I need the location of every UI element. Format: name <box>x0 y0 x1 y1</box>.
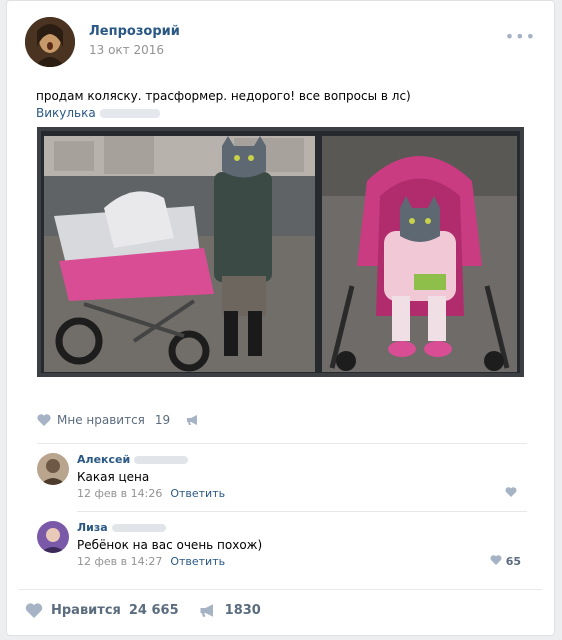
comment-text: Ребёнок на вас очень похож) <box>77 538 263 552</box>
comment-time[interactable]: 12 фев в 14:27 <box>77 555 162 568</box>
signature-name: Викулька <box>36 106 96 120</box>
commenter-avatar[interactable] <box>37 453 69 485</box>
blurred-surname <box>134 456 189 464</box>
heart-icon <box>505 487 517 500</box>
divider <box>19 589 542 590</box>
avatar-image <box>25 17 75 67</box>
photo-stroller-street <box>44 136 315 372</box>
footer-like-count: 24 665 <box>128 603 179 618</box>
photo-stroller-child <box>322 136 517 372</box>
reply-button[interactable]: Ответить <box>170 487 225 500</box>
blurred-surname <box>111 524 166 532</box>
post-author[interactable]: Лепрозорий <box>89 24 180 39</box>
like-label: Мне нравится <box>57 413 145 427</box>
post-card: Лепрозорий 13 окт 2016 ••• продам коляск… <box>6 0 555 636</box>
divider <box>77 511 527 512</box>
commenter-name-text: Алексей <box>77 453 131 466</box>
comment-item: Лиза Ребёнок на вас очень похож) 12 фев … <box>37 521 527 571</box>
footer-like-label[interactable]: Нравится <box>51 603 121 618</box>
post-date[interactable]: 13 окт 2016 <box>89 43 164 57</box>
comment-item: Алексей Какая цена 12 фев в 14:26 Ответит… <box>37 453 527 503</box>
commenter-avatar[interactable] <box>37 521 69 553</box>
commenter-name[interactable]: Лиза <box>77 521 166 534</box>
blurred-surname <box>99 109 160 118</box>
community-avatar[interactable] <box>25 17 75 67</box>
heart-icon[interactable] <box>25 603 43 618</box>
post-footer: Нравится 24 665 1830 <box>25 603 261 618</box>
reply-button[interactable]: Ответить <box>170 555 225 568</box>
comment-meta: 12 фев в 14:27 Ответить <box>77 555 225 568</box>
share-icon[interactable] <box>199 603 217 618</box>
photo-attachment[interactable] <box>37 127 524 377</box>
share-icon[interactable] <box>186 414 200 426</box>
comment-like-button[interactable]: 65 <box>490 555 521 568</box>
heart-icon <box>490 555 502 568</box>
footer-share-count: 1830 <box>224 603 261 618</box>
post-like-row[interactable]: Мне нравится 19 <box>37 413 200 427</box>
comment-meta: 12 фев в 14:26 Ответить <box>77 487 225 500</box>
commenter-name[interactable]: Алексей <box>77 453 189 466</box>
heart-icon <box>37 414 51 426</box>
commenter-name-text: Лиза <box>77 521 108 534</box>
comment-like-count: 65 <box>505 555 521 568</box>
post-signature[interactable]: Викулька <box>36 106 160 120</box>
divider <box>37 443 527 444</box>
comment-time[interactable]: 12 фев в 14:26 <box>77 487 162 500</box>
comment-like-button[interactable] <box>505 487 521 500</box>
comment-text: Какая цена <box>77 470 150 484</box>
more-dots-icon[interactable]: ••• <box>505 27 536 46</box>
like-count: 19 <box>154 413 171 427</box>
post-text: продам коляску. трасформер. недорого! вс… <box>36 89 411 103</box>
